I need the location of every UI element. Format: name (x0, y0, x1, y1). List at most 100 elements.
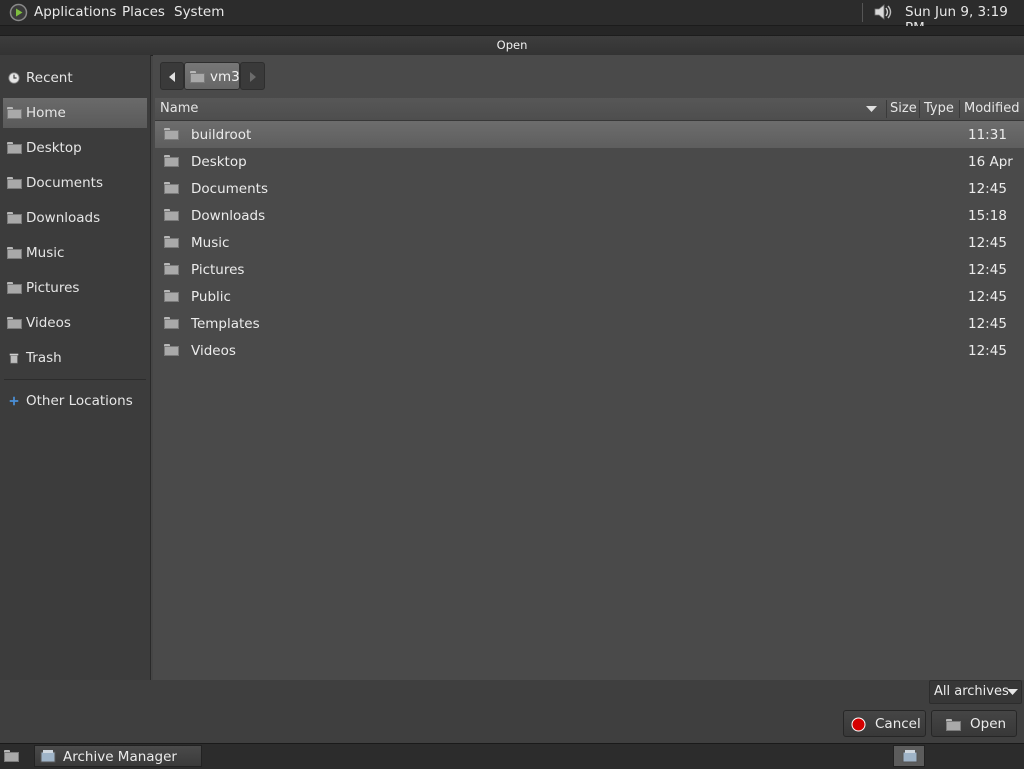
table-row[interactable]: Pictures 12:45 (155, 256, 1024, 283)
pictures-folder-icon (164, 263, 179, 275)
sidebar-item-label: Home (26, 105, 66, 121)
menu-applications[interactable]: Applications (34, 4, 116, 20)
column-type[interactable]: Type (924, 101, 954, 116)
open-label: Open (970, 716, 1007, 732)
cancel-label: Cancel (875, 716, 921, 732)
public-folder-icon (164, 290, 179, 302)
home-folder-icon (7, 107, 22, 119)
videos-folder-icon (164, 344, 179, 356)
sidebar-item-label: Videos (26, 315, 71, 331)
sidebar-item-label: Documents (26, 175, 103, 191)
sidebar-item-home[interactable]: Home (3, 98, 147, 128)
table-row[interactable]: Documents 12:45 (155, 175, 1024, 202)
column-divider (886, 100, 887, 118)
top-panel: Applications Places System Sun Jun 9, 3:… (0, 0, 1024, 36)
file-name: Pictures (191, 262, 245, 278)
file-modified: 12:45 (968, 235, 1007, 251)
path-back-button[interactable] (160, 62, 184, 90)
file-name: Documents (191, 181, 268, 197)
path-label: vm3 (210, 69, 240, 85)
sidebar-item-other-locations[interactable]: Other Locations (3, 386, 147, 416)
chevron-right-icon (250, 72, 256, 82)
dialog-title: Open (496, 38, 528, 52)
sidebar-item-music[interactable]: Music (3, 238, 147, 268)
open-button[interactable]: Open (931, 710, 1017, 737)
plus-icon (9, 396, 19, 406)
sidebar-item-downloads[interactable]: Downloads (3, 203, 147, 233)
sidebar-item-label: Downloads (26, 210, 101, 226)
column-divider (919, 100, 920, 118)
clock-icon (8, 72, 20, 84)
sidebar-item-label: Pictures (26, 280, 80, 296)
archive-manager-icon (40, 750, 56, 763)
desktop-folder-icon (7, 142, 22, 154)
file-modified: 12:45 (968, 289, 1007, 305)
sidebar-item-label: Desktop (26, 140, 82, 156)
cancel-icon (851, 717, 866, 732)
column-name[interactable]: Name (160, 101, 198, 116)
column-header: Name Size Type Modified (155, 98, 1024, 121)
home-folder-icon (190, 71, 205, 83)
panel-gap (0, 26, 1024, 35)
table-row[interactable]: Public 12:45 (155, 283, 1024, 310)
menu-system[interactable]: System (174, 4, 224, 20)
file-name: buildroot (191, 127, 252, 143)
path-button-vm3[interactable]: vm3 (184, 62, 240, 90)
sort-descending-icon[interactable] (866, 106, 877, 113)
pictures-folder-icon (7, 282, 22, 294)
panel-divider (862, 3, 863, 22)
taskbar-item-archive-manager[interactable]: Archive Manager (34, 745, 202, 767)
chevron-down-icon (1007, 689, 1018, 695)
table-row[interactable]: Music 12:45 (155, 229, 1024, 256)
sidebar-item-label: Other Locations (26, 393, 133, 409)
file-name: Videos (191, 343, 236, 359)
menu-places[interactable]: Places (122, 4, 165, 20)
sidebar-item-documents[interactable]: Documents (3, 168, 147, 198)
path-forward-button[interactable] (240, 62, 265, 90)
archive-manager-icon (902, 750, 918, 763)
cancel-button[interactable]: Cancel (843, 710, 926, 737)
file-name: Public (191, 289, 231, 305)
taskbar-item-label: Archive Manager (63, 749, 177, 765)
sidebar-item-recent[interactable]: Recent (3, 63, 147, 93)
dialog-title-bar[interactable]: Open (0, 35, 1024, 56)
column-modified[interactable]: Modified (964, 101, 1019, 116)
table-row[interactable]: Templates 12:45 (155, 310, 1024, 337)
file-modified: 12:45 (968, 262, 1007, 278)
music-folder-icon (164, 236, 179, 248)
sidebar-item-pictures[interactable]: Pictures (3, 273, 147, 303)
file-type-filter[interactable]: All archives (929, 680, 1022, 704)
file-modified: 12:45 (968, 343, 1007, 359)
column-size[interactable]: Size (890, 101, 917, 116)
documents-folder-icon (7, 177, 22, 189)
templates-folder-icon (164, 317, 179, 329)
column-divider (959, 100, 960, 118)
folder-icon (164, 128, 179, 140)
show-desktop-icon[interactable] (4, 750, 19, 762)
table-row[interactable]: buildroot 11:31 (155, 121, 1024, 148)
sidebar-item-desktop[interactable]: Desktop (3, 133, 147, 163)
table-row[interactable]: Desktop 16 Apr (155, 148, 1024, 175)
sidebar-item-trash[interactable]: Trash (3, 343, 147, 373)
downloads-folder-icon (7, 212, 22, 224)
path-bar: vm3 (160, 62, 265, 90)
desktop-folder-icon (164, 155, 179, 167)
file-name: Music (191, 235, 230, 251)
chevron-left-icon (169, 72, 175, 82)
table-row[interactable]: Videos 12:45 (155, 337, 1024, 364)
play-circle-icon[interactable] (9, 3, 28, 22)
table-row[interactable]: Downloads 15:18 (155, 202, 1024, 229)
sidebar-item-videos[interactable]: Videos (3, 308, 147, 338)
file-name: Templates (191, 316, 260, 332)
places-sidebar: Recent Home Desktop Documents Downloads … (0, 55, 151, 680)
workspace-switcher[interactable] (893, 745, 925, 767)
sidebar-item-label: Trash (26, 350, 62, 366)
open-folder-icon (946, 719, 961, 731)
speaker-icon[interactable] (872, 2, 894, 22)
music-folder-icon (7, 247, 22, 259)
filter-selected: All archives (934, 684, 1009, 699)
documents-folder-icon (164, 182, 179, 194)
file-modified: 11:31 (968, 127, 1007, 143)
sidebar-divider (4, 379, 146, 380)
file-modified: 12:45 (968, 181, 1007, 197)
